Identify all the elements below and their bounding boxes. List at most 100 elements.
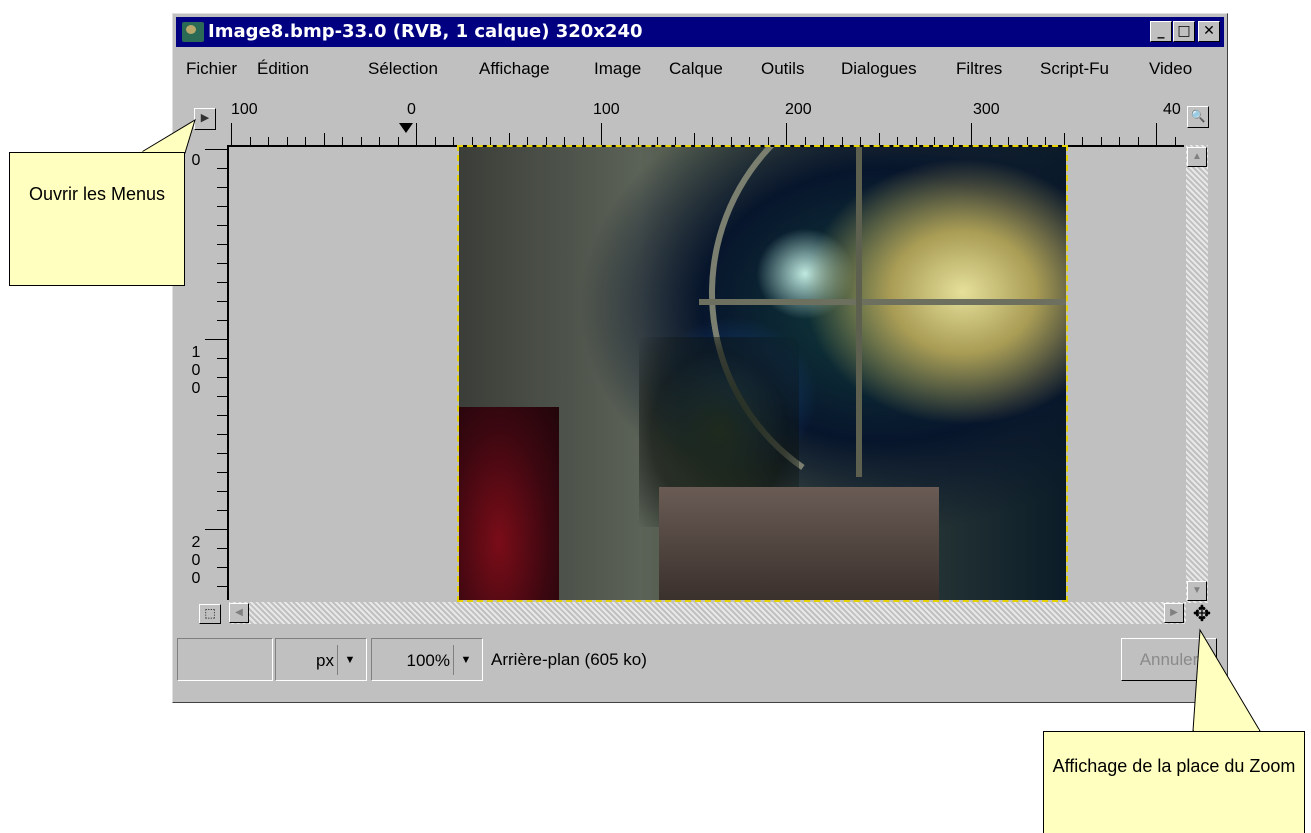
ruler-tick [749, 137, 750, 145]
ruler-tick [217, 548, 227, 549]
menu-affichage[interactable]: Affichage [479, 59, 550, 79]
ruler-tick [268, 137, 269, 145]
triangle-right-icon: ▶ [200, 112, 210, 124]
ruler-label: 0 [191, 552, 201, 569]
ruler-tick [712, 137, 713, 145]
menu-dialogues[interactable]: Dialogues [841, 59, 917, 79]
ruler-tick [217, 510, 227, 511]
chevron-down-icon[interactable]: ▼ [453, 645, 478, 675]
ruler-tick [231, 123, 232, 145]
ruler-tick [490, 137, 491, 145]
ruler-tick [217, 282, 227, 283]
ruler-tick [601, 123, 602, 145]
ruler-label: 1 [191, 344, 201, 361]
ruler-tick [841, 137, 843, 145]
ruler-tick [804, 137, 806, 145]
ruler-tick [217, 377, 227, 378]
minimize-button[interactable]: _ [1150, 21, 1172, 42]
ruler-tick [471, 137, 473, 145]
ruler-tick [582, 137, 584, 145]
vertical-scrollbar[interactable]: ▲ ▼ [1186, 145, 1208, 603]
ruler-tick [217, 206, 227, 207]
window-title: Image8.bmp-33.0 (RVB, 1 calque) 320x240 [208, 21, 643, 42]
ruler-label: 200 [785, 101, 812, 118]
menu-selection[interactable]: Sélection [368, 59, 438, 79]
ruler-tick [1119, 137, 1120, 145]
ruler-tick [915, 137, 917, 145]
ruler-tick [1174, 137, 1176, 145]
ruler-tick [1156, 123, 1157, 145]
menu-calque[interactable]: Calque [669, 59, 723, 79]
ruler-label: 2 [191, 534, 201, 551]
gimp-app-icon[interactable] [182, 22, 204, 42]
image-canvas[interactable] [229, 145, 1184, 602]
scroll-right-button[interactable]: ▶ [1164, 603, 1184, 623]
ruler-tick [217, 453, 227, 454]
ruler-tick [1008, 137, 1009, 145]
ruler-tick [1100, 137, 1102, 145]
ruler-tick [379, 137, 380, 145]
ruler-label: 300 [973, 101, 1000, 118]
vertical-ruler[interactable]: 0 1 0 0 2 0 0 [187, 145, 229, 600]
close-button[interactable]: ✕ [1198, 21, 1220, 42]
ruler-tick [217, 320, 227, 321]
ruler-tick [286, 137, 288, 145]
menu-video[interactable]: Video [1149, 59, 1192, 79]
ruler-label: 100 [593, 101, 620, 118]
ruler-tick [249, 137, 251, 145]
open-menu-button[interactable]: ▶ [194, 108, 216, 130]
ruler-tick [730, 137, 732, 145]
ruler-tick [971, 123, 972, 145]
ruler-tick [823, 137, 824, 145]
menu-script-fu[interactable]: Script-Fu [1040, 59, 1109, 79]
ruler-tick [693, 133, 695, 145]
ruler-tick [342, 137, 343, 145]
maximize-button[interactable]: □ [1173, 21, 1195, 42]
photo-window-bar [856, 147, 862, 477]
menu-edition[interactable]: Édition [257, 59, 309, 79]
pointer-marker-icon [399, 123, 413, 133]
ruler-tick [897, 137, 898, 145]
photo-window-bar [699, 299, 1066, 305]
ruler-tick [527, 137, 528, 145]
navigate-move-icon[interactable]: ✥ [1190, 602, 1214, 626]
scroll-up-button[interactable]: ▲ [1187, 147, 1207, 167]
unit-value: px [316, 651, 334, 670]
scroll-left-button[interactable]: ◀ [229, 603, 249, 623]
ruler-tick [434, 137, 436, 145]
zoom-selector[interactable]: 100% ▼ [371, 638, 483, 681]
unit-selector[interactable]: px ▼ [275, 638, 367, 681]
ruler-tick [217, 244, 227, 245]
chevron-down-icon[interactable]: ▼ [337, 645, 362, 675]
ruler-tick [860, 137, 861, 145]
image-photo[interactable] [457, 145, 1068, 602]
ruler-tick [205, 149, 227, 150]
cancel-button[interactable]: Annuler [1121, 638, 1217, 681]
menu-image[interactable]: Image [594, 59, 641, 79]
zoom-toggle-button[interactable]: 🔍 [1187, 106, 1209, 128]
ruler-tick [675, 137, 676, 145]
menu-outils[interactable]: Outils [761, 59, 804, 79]
horizontal-scrollbar[interactable]: ◀ ▶ [229, 602, 1186, 624]
ruler-tick [217, 472, 227, 473]
quick-mask-button[interactable]: ⬚ [199, 604, 221, 624]
callout-zoom-location: Affichage de la place du Zoom [1043, 731, 1305, 833]
ruler-label: 0 [191, 570, 201, 587]
zoom-value: 100% [406, 651, 450, 670]
menu-fichier[interactable]: Fichier [186, 59, 237, 79]
title-bar[interactable]: Image8.bmp-33.0 (RVB, 1 calque) 320x240 … [176, 17, 1224, 47]
photo-chair [459, 407, 559, 600]
ruler-tick [205, 529, 227, 530]
ruler-label: 100 [231, 101, 258, 118]
ruler-label: 0 [191, 152, 201, 169]
scroll-down-button[interactable]: ▼ [1187, 581, 1207, 601]
menu-filtres[interactable]: Filtres [956, 59, 1002, 79]
ruler-tick [878, 133, 880, 145]
photo-table [659, 487, 939, 600]
ruler-tick [619, 137, 621, 145]
ruler-tick [217, 396, 227, 397]
horizontal-ruler[interactable]: 100 0 100 200 300 40 [229, 93, 1184, 147]
ruler-label: 0 [407, 101, 416, 118]
ruler-tick [786, 123, 787, 145]
ruler-tick [1045, 137, 1046, 145]
